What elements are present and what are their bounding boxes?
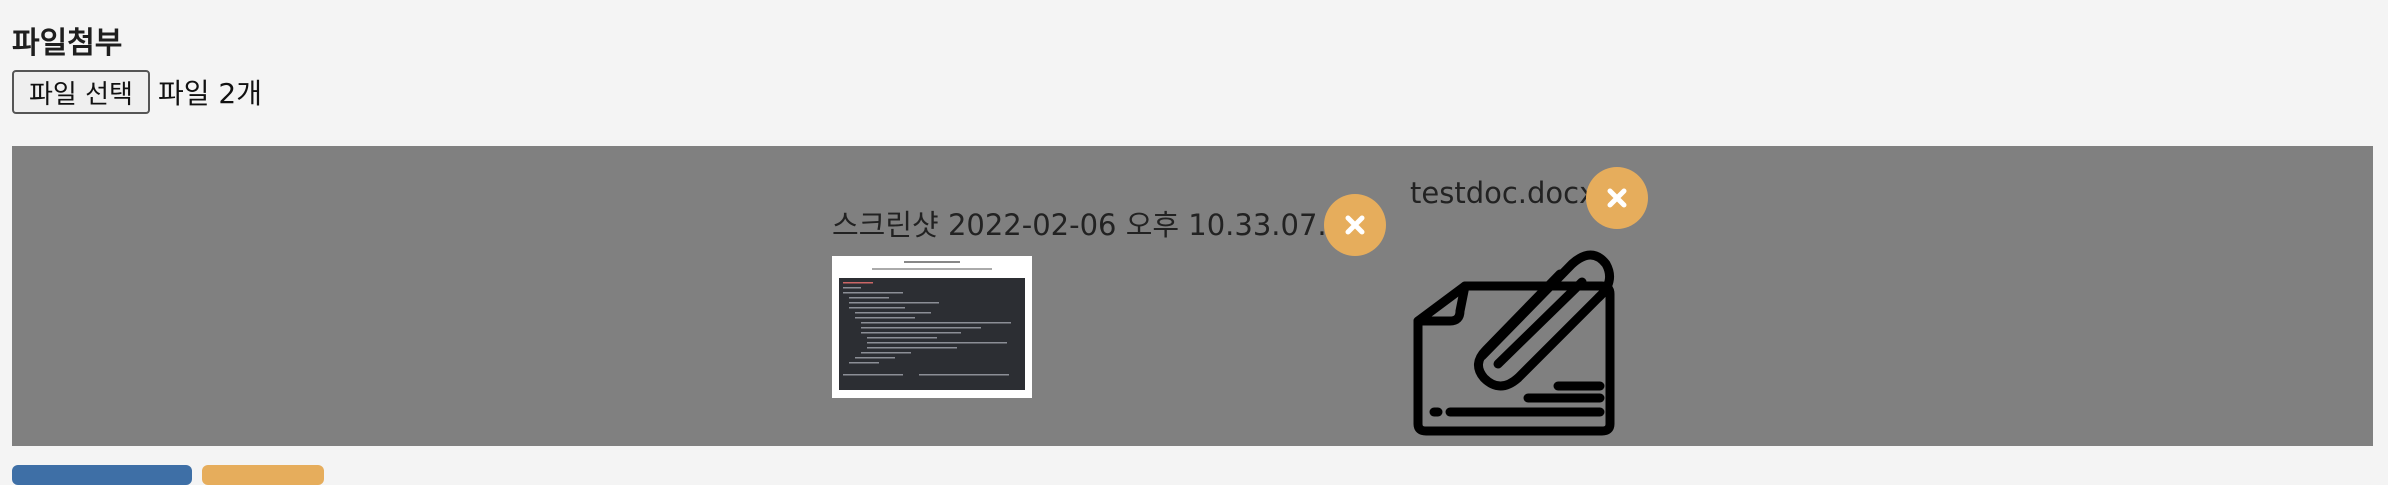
close-icon <box>1345 215 1365 235</box>
remove-file-button[interactable] <box>1586 167 1648 229</box>
image-thumbnail <box>832 256 1032 398</box>
remove-file-button[interactable] <box>1324 194 1386 256</box>
thumbnail-code-block <box>839 278 1025 390</box>
preview-item-document: testdoc.docx <box>1410 146 1650 446</box>
preview-item-image: 스크린샷 2022-02-06 오후 10.33.07.png <box>830 146 1386 446</box>
file-name: testdoc.docx <box>1410 176 1597 210</box>
primary-action-button[interactable] <box>12 465 192 485</box>
thumbnail-title-lines <box>872 261 992 270</box>
file-name: 스크린샷 2022-02-06 오후 10.33.07.png <box>832 208 1382 242</box>
paperclip-folder-icon <box>1413 250 1615 436</box>
file-preview-area: 스크린샷 2022-02-06 오후 10.33.07.png testdoc.… <box>12 146 2373 446</box>
secondary-action-button[interactable] <box>202 465 324 485</box>
close-icon <box>1607 188 1627 208</box>
attach-label: 파일첨부 <box>12 26 123 61</box>
choose-file-button[interactable]: 파일 선택 <box>12 70 150 114</box>
file-count-text: 파일 2개 <box>157 77 262 110</box>
file-input[interactable]: 파일 선택 파일 2개 <box>12 70 262 114</box>
